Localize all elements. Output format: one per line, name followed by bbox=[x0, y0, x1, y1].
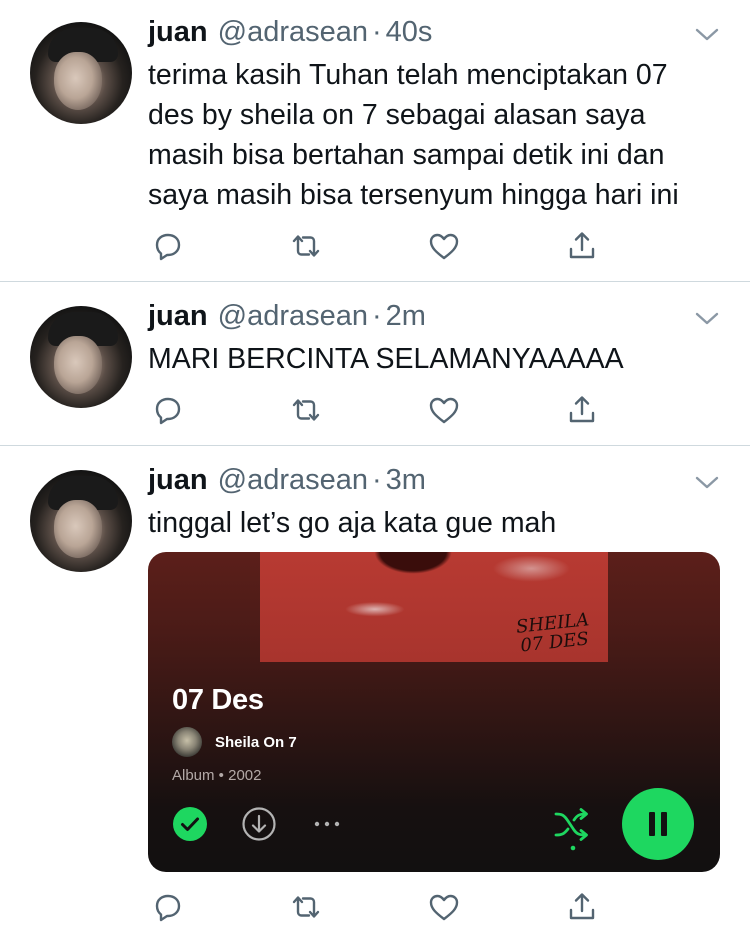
share-icon[interactable] bbox=[564, 889, 600, 925]
cover-handwriting: SHEILA 07 DES bbox=[514, 609, 590, 657]
tweet-header: juan @adrasean · 3m bbox=[148, 464, 426, 504]
display-name[interactable]: juan bbox=[148, 300, 208, 333]
like-icon[interactable] bbox=[426, 889, 462, 925]
user-handle[interactable]: @adrasean bbox=[218, 300, 368, 333]
user-avatar[interactable] bbox=[30, 22, 132, 124]
retweet-icon[interactable] bbox=[288, 228, 324, 264]
display-name[interactable]: juan bbox=[148, 16, 208, 49]
reply-icon[interactable] bbox=[150, 889, 186, 925]
tweet-text-line: masih bisa bertahan sampai detik ini dan bbox=[148, 139, 665, 171]
tweet-header: juan @adrasean · 2m bbox=[148, 300, 426, 340]
separator: · bbox=[372, 300, 382, 332]
pause-icon bbox=[649, 812, 667, 836]
separator: · bbox=[372, 16, 382, 48]
tweet-text-line: des by sheila on 7 sebagai alasan saya bbox=[148, 99, 646, 131]
saved-check-icon[interactable] bbox=[172, 806, 208, 842]
chevron-down-icon[interactable] bbox=[692, 304, 722, 334]
tweet-text: tinggal let’s go aja kata gue mah bbox=[148, 503, 728, 543]
tweet-actions bbox=[150, 889, 610, 925]
tweet-text-line: MARI BERCINTA SELAMANYAAAAA bbox=[148, 343, 624, 375]
timestamp[interactable]: 40s bbox=[386, 16, 433, 49]
user-avatar[interactable] bbox=[30, 306, 132, 408]
download-icon[interactable] bbox=[241, 806, 277, 842]
album-cover[interactable]: SHEILA 07 DES bbox=[260, 552, 608, 662]
spotify-embed-card[interactable]: SHEILA 07 DES 07 Des Sheila On 7 Album •… bbox=[148, 552, 720, 872]
reply-icon[interactable] bbox=[150, 392, 186, 428]
tweet-text-line: saya masih bisa tersenyum hingga hari in… bbox=[148, 179, 679, 211]
tweet-text-line: tinggal let’s go aja kata gue mah bbox=[148, 507, 557, 539]
share-icon[interactable] bbox=[564, 392, 600, 428]
tweet-text-line: terima kasih Tuhan telah menciptakan 07 bbox=[148, 59, 668, 91]
shuffle-icon[interactable] bbox=[552, 806, 592, 852]
like-icon[interactable] bbox=[426, 392, 462, 428]
artist-name[interactable]: Sheila On 7 bbox=[215, 734, 297, 751]
reply-icon[interactable] bbox=[150, 228, 186, 264]
retweet-icon[interactable] bbox=[288, 889, 324, 925]
share-icon[interactable] bbox=[564, 228, 600, 264]
retweet-icon[interactable] bbox=[288, 392, 324, 428]
tweet-header: juan @adrasean · 40s bbox=[148, 16, 432, 56]
artist-avatar bbox=[172, 727, 202, 757]
separator: · bbox=[372, 464, 382, 496]
user-handle[interactable]: @adrasean bbox=[218, 16, 368, 49]
album-title[interactable]: 07 Des bbox=[172, 684, 264, 717]
tweet-actions bbox=[150, 392, 610, 428]
chevron-down-icon[interactable] bbox=[692, 20, 722, 50]
album-meta: Album • 2002 bbox=[172, 767, 262, 784]
tweet-actions bbox=[150, 228, 610, 264]
pause-button[interactable] bbox=[622, 788, 694, 860]
more-icon[interactable] bbox=[310, 812, 344, 836]
timestamp[interactable]: 2m bbox=[386, 300, 426, 333]
display-name[interactable]: juan bbox=[148, 464, 208, 497]
timestamp[interactable]: 3m bbox=[386, 464, 426, 497]
like-icon[interactable] bbox=[426, 228, 462, 264]
user-avatar[interactable] bbox=[30, 470, 132, 572]
tweet-text: terima kasih Tuhan telah menciptakan 07 … bbox=[148, 55, 728, 215]
user-handle[interactable]: @adrasean bbox=[218, 464, 368, 497]
tweet[interactable]: juan @adrasean · 40s terima kasih Tuhan … bbox=[0, 0, 750, 281]
chevron-down-icon[interactable] bbox=[692, 468, 722, 498]
tweet[interactable]: juan @adrasean · 2m MARI BERCINTA SELAMA… bbox=[0, 282, 750, 445]
artist-row[interactable]: Sheila On 7 bbox=[172, 726, 297, 758]
tweet-text: MARI BERCINTA SELAMANYAAAAA bbox=[148, 339, 728, 379]
